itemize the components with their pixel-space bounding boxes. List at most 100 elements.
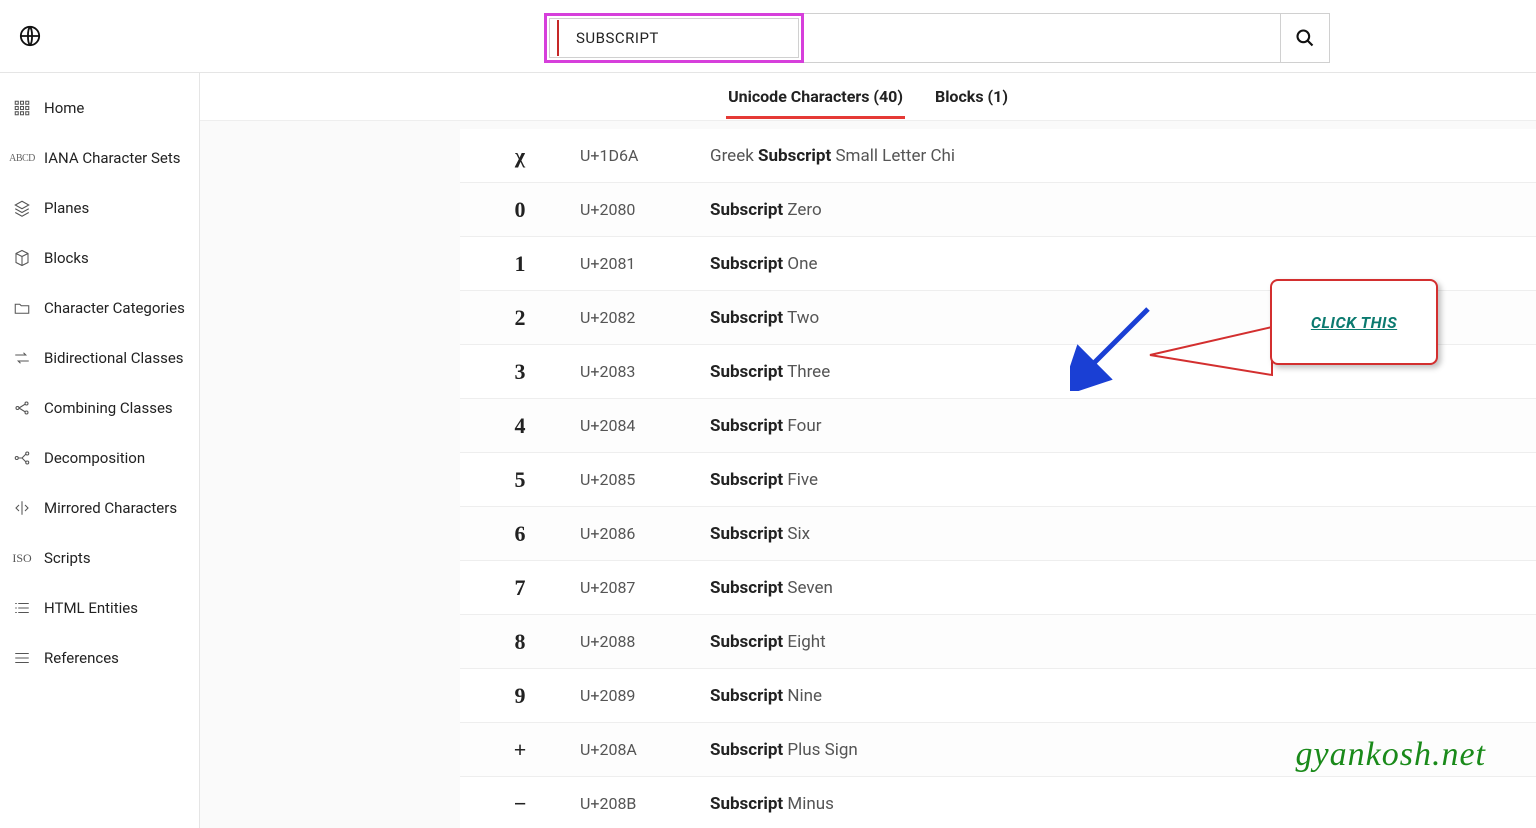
sidebar-item-label: References [44, 649, 119, 667]
search-button[interactable] [1280, 13, 1330, 63]
result-row[interactable]: 6U+2086Subscript Six [460, 507, 1536, 561]
result-glyph: 4 [460, 413, 580, 439]
header [0, 0, 1536, 73]
result-codepoint: U+2085 [580, 470, 710, 489]
result-name: Subscript Five [710, 470, 818, 490]
search-icon [1295, 28, 1315, 48]
result-row[interactable]: 2U+2082Subscript Two [460, 291, 1536, 345]
result-name: Subscript Three [710, 362, 830, 382]
result-codepoint: U+208B [580, 794, 710, 813]
main: Home ABCD IANA Character Sets Planes Blo… [0, 73, 1536, 828]
result-glyph: 7 [460, 575, 580, 601]
sidebar-item-label: Home [44, 99, 84, 117]
result-codepoint: U+2080 [580, 200, 710, 219]
sidebar-item-html-entities[interactable]: HTML Entities [0, 583, 199, 633]
menu-icon [12, 648, 32, 668]
result-glyph: 5 [460, 467, 580, 493]
result-name: Subscript Seven [710, 578, 833, 598]
result-glyph: 3 [460, 359, 580, 385]
combining-icon [12, 398, 32, 418]
result-tabs: Unicode Characters (40) Blocks (1) [200, 73, 1536, 121]
result-name: Subscript Zero [710, 200, 822, 220]
result-codepoint: U+2086 [580, 524, 710, 543]
result-glyph: + [460, 737, 580, 763]
result-glyph: 8 [460, 629, 580, 655]
result-glyph: 6 [460, 521, 580, 547]
result-row[interactable]: χU+1D6AGreek Subscript Small Letter Chi [460, 129, 1536, 183]
sidebar-item-planes[interactable]: Planes [0, 183, 199, 233]
iso-icon: ISO [12, 548, 32, 568]
result-glyph: 9 [460, 683, 580, 709]
result-row[interactable]: 0U+2080Subscript Zero [460, 183, 1536, 237]
list-icon [12, 598, 32, 618]
result-codepoint: U+2081 [580, 254, 710, 273]
sidebar-item-label: HTML Entities [44, 599, 138, 617]
sidebar: Home ABCD IANA Character Sets Planes Blo… [0, 73, 200, 828]
result-row[interactable]: 5U+2085Subscript Five [460, 453, 1536, 507]
sidebar-item-categories[interactable]: Character Categories [0, 283, 199, 333]
decomposition-icon [12, 448, 32, 468]
search-highlight-annotation [544, 13, 804, 63]
result-codepoint: U+2087 [580, 578, 710, 597]
result-glyph: − [460, 791, 580, 817]
result-row[interactable]: 9U+2089Subscript Nine [460, 669, 1536, 723]
result-name: Subscript Eight [710, 632, 826, 652]
sidebar-item-label: Bidirectional Classes [44, 349, 184, 367]
result-name: Greek Subscript Small Letter Chi [710, 146, 955, 166]
result-row[interactable]: 8U+2088Subscript Eight [460, 615, 1536, 669]
result-name: Subscript Minus [710, 794, 834, 814]
sidebar-item-label: Planes [44, 199, 89, 217]
result-codepoint: U+208A [580, 740, 710, 759]
sidebar-item-label: Scripts [44, 549, 91, 567]
sidebar-item-iana[interactable]: ABCD IANA Character Sets [0, 133, 199, 183]
folder-icon [12, 298, 32, 318]
sidebar-item-label: Mirrored Characters [44, 499, 177, 517]
sidebar-item-label: Blocks [44, 249, 89, 267]
result-codepoint: U+2084 [580, 416, 710, 435]
sidebar-item-decomposition[interactable]: Decomposition [0, 433, 199, 483]
sidebar-item-bidi[interactable]: Bidirectional Classes [0, 333, 199, 383]
result-glyph: χ [460, 143, 580, 169]
result-codepoint: U+1D6A [580, 146, 710, 165]
result-codepoint: U+2088 [580, 632, 710, 651]
sidebar-item-label: IANA Character Sets [44, 149, 181, 167]
result-glyph: 1 [460, 251, 580, 277]
result-codepoint: U+2089 [580, 686, 710, 705]
result-row[interactable]: 3U+2083Subscript Three [460, 345, 1536, 399]
sidebar-item-scripts[interactable]: ISO Scripts [0, 533, 199, 583]
result-row[interactable]: 4U+2084Subscript Four [460, 399, 1536, 453]
cube-icon [12, 248, 32, 268]
result-name: Subscript Nine [710, 686, 822, 706]
sidebar-item-mirrored[interactable]: Mirrored Characters [0, 483, 199, 533]
result-glyph: 2 [460, 305, 580, 331]
tab-blocks[interactable]: Blocks (1) [933, 75, 1010, 118]
sidebar-item-label: Decomposition [44, 449, 145, 467]
result-glyph: 0 [460, 197, 580, 223]
sidebar-item-references[interactable]: References [0, 633, 199, 683]
sidebar-item-combining[interactable]: Combining Classes [0, 383, 199, 433]
result-codepoint: U+2083 [580, 362, 710, 381]
sidebar-item-blocks[interactable]: Blocks [0, 233, 199, 283]
result-name: Subscript One [710, 254, 818, 274]
mirror-icon [12, 498, 32, 518]
result-name: Subscript Four [710, 416, 821, 436]
grid-icon [12, 98, 32, 118]
search-input[interactable] [549, 18, 799, 58]
result-name: Subscript Six [710, 524, 810, 544]
bidi-icon [12, 348, 32, 368]
sidebar-item-label: Character Categories [44, 299, 185, 317]
result-name: Subscript Two [710, 308, 819, 328]
result-row[interactable]: 7U+2087Subscript Seven [460, 561, 1536, 615]
result-row[interactable]: 1U+2081Subscript One [460, 237, 1536, 291]
abcd-icon: ABCD [12, 148, 32, 168]
search-bar [544, 13, 1330, 63]
result-codepoint: U+2082 [580, 308, 710, 327]
result-row[interactable]: −U+208BSubscript Minus [460, 777, 1536, 828]
tab-characters[interactable]: Unicode Characters (40) [726, 75, 905, 118]
watermark: gyankosh.net [1296, 736, 1486, 774]
sidebar-item-home[interactable]: Home [0, 83, 199, 133]
sidebar-item-label: Combining Classes [44, 399, 173, 417]
content: Unicode Characters (40) Blocks (1) χU+1D… [200, 73, 1536, 828]
language-button[interactable] [10, 25, 50, 47]
search-input-extended[interactable] [803, 13, 1281, 63]
